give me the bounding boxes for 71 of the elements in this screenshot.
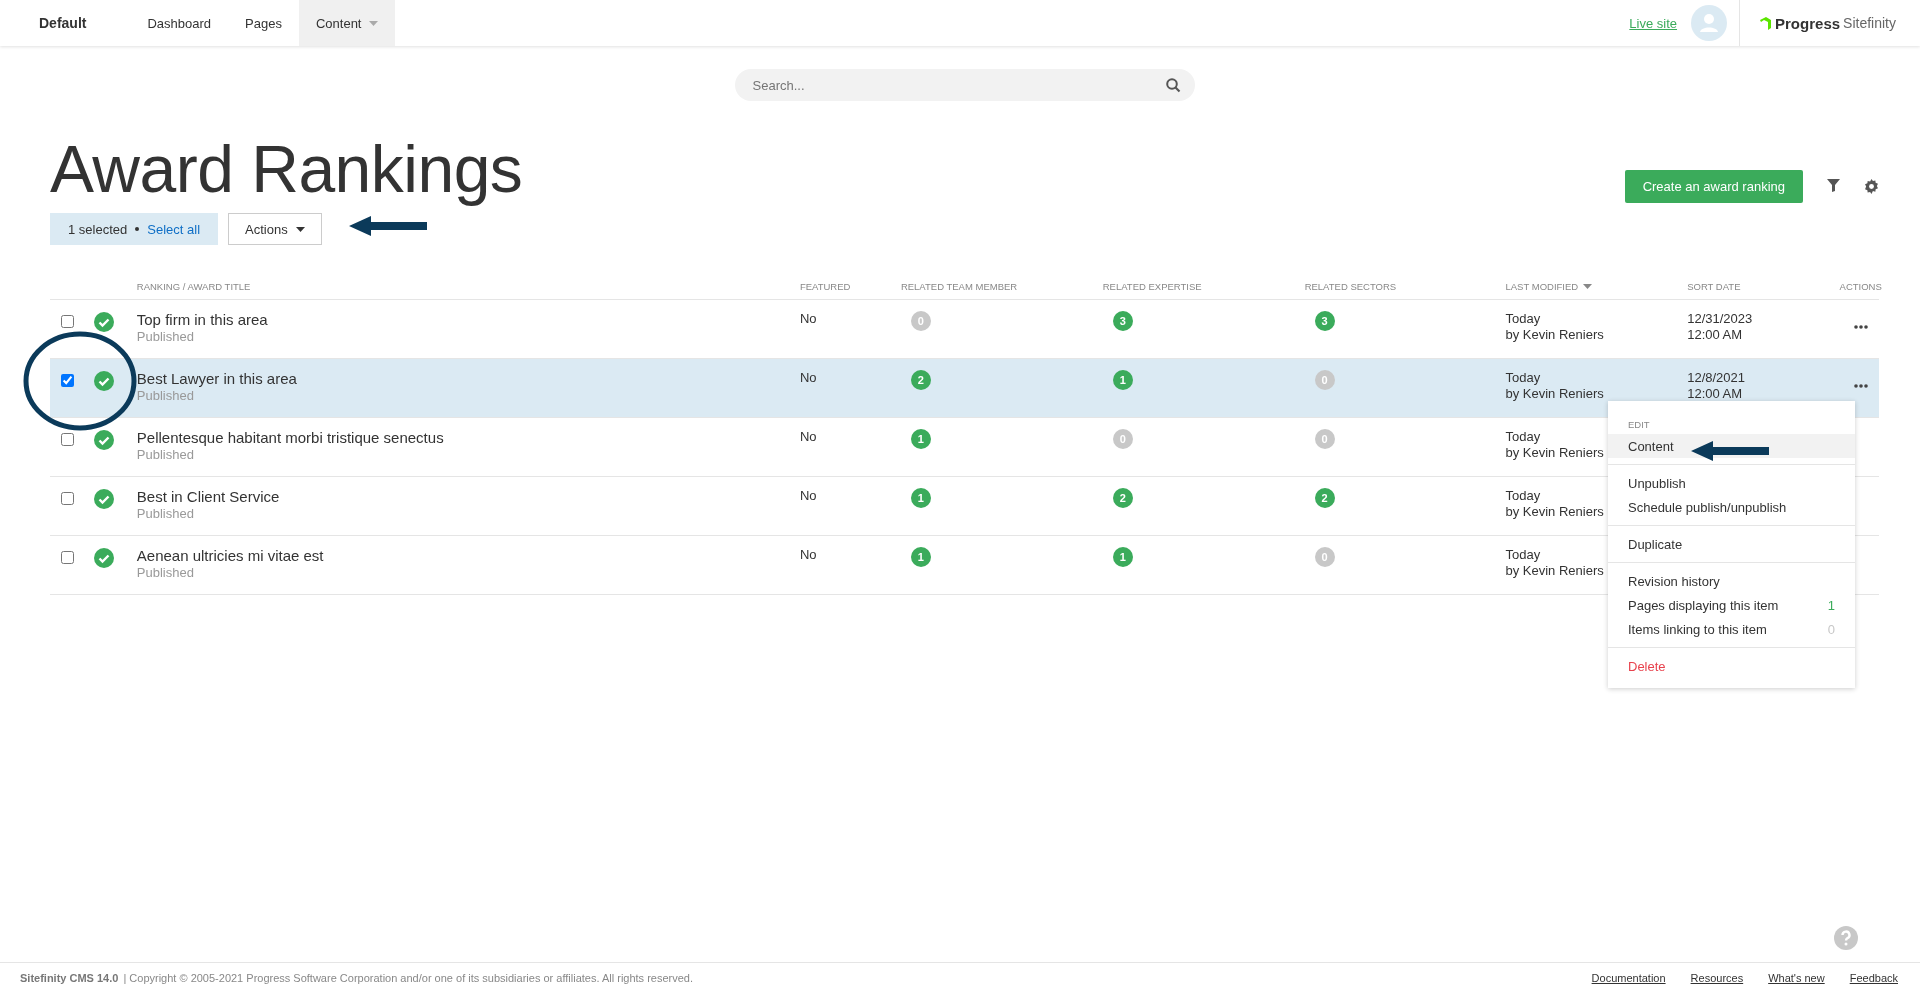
item-status: Published — [136, 506, 194, 521]
footer-link[interactable]: Feedback — [1849, 972, 1898, 984]
brand-name: Progress — [1775, 14, 1841, 32]
table-cell: No — [799, 311, 817, 326]
item-title[interactable]: Best in Client Service — [136, 488, 280, 505]
table-cell: No — [799, 488, 817, 503]
column-header: FEATURED — [799, 280, 851, 292]
column-header: ACTIONS — [1839, 280, 1882, 292]
column-header: RELATED SECTORS — [1304, 280, 1397, 292]
table-cell: Today — [1505, 488, 1541, 503]
menu-item[interactable]: Unpublish — [1608, 471, 1855, 495]
site-name: Default — [39, 15, 87, 31]
table-cell: by Kevin Reniers — [1505, 327, 1604, 342]
menu-item[interactable]: Revision history — [1608, 569, 1855, 593]
table-cell: Today — [1505, 547, 1541, 562]
count-badge: 3 — [1112, 311, 1133, 331]
column-header: RELATED TEAM MEMBER — [900, 280, 1018, 292]
copyright-text: | Copyright © 2005-2021 Progress Software Corporation and/or one of its subsidiaries or affiliates. All rights reserved. — [123, 972, 694, 984]
count-badge: 1 — [1112, 370, 1133, 390]
brand-product: Sitefinity — [1843, 15, 1896, 31]
table-cell: by Kevin Reniers — [1505, 504, 1604, 519]
nav-tab[interactable]: Content — [298, 0, 396, 46]
menu-item[interactable]: Pages displaying this item 1 — [1608, 593, 1855, 617]
select-all-link[interactable]: Select all — [147, 221, 200, 237]
selected-count: 1 selected — [68, 221, 128, 237]
actions-button[interactable]: Actions — [228, 213, 322, 245]
menu-item[interactable]: Duplicate — [1608, 532, 1855, 556]
table-cell: 12:00 AM — [1687, 327, 1743, 342]
count-badge: 2 — [1314, 488, 1335, 508]
column-header: SORT DATE — [1687, 280, 1741, 292]
item-status: Published — [136, 447, 194, 462]
column-header: RELATED EXPERTISE — [1102, 280, 1202, 292]
table-cell: Today — [1505, 311, 1541, 326]
footer-link[interactable]: Resources — [1690, 972, 1744, 984]
count-badge: 2 — [1112, 488, 1133, 508]
item-status: Published — [136, 565, 194, 580]
count-badge: 1 — [1112, 547, 1133, 567]
table-cell: 12:00 AM — [1687, 386, 1743, 401]
count-badge: 1 — [910, 429, 931, 449]
menu-item[interactable]: Delete — [1608, 654, 1855, 678]
item-title[interactable]: Best Lawyer in this area — [136, 370, 297, 387]
footer-link[interactable]: Documentation — [1591, 972, 1666, 984]
column-header: LAST MODIFIED — [1505, 280, 1579, 292]
count-badge: 1 — [910, 488, 931, 508]
item-status: Published — [136, 388, 194, 403]
table-cell: Today — [1505, 429, 1541, 444]
column-header: RANKING / AWARD TITLE — [136, 280, 251, 292]
count-badge: 1 — [910, 547, 931, 567]
table-cell: Today — [1505, 370, 1541, 385]
nav-tab[interactable]: Pages — [228, 0, 299, 46]
search-field[interactable]: Search... — [734, 69, 1195, 101]
menu-item[interactable]: Schedule publish/unpublish — [1608, 495, 1855, 519]
menu-heading: EDIT — [1627, 418, 1651, 432]
page-title: Award Rankings — [50, 131, 523, 208]
item-title[interactable]: Top firm in this area — [136, 311, 268, 328]
footer-link[interactable]: What's new — [1768, 972, 1825, 984]
table-cell: by Kevin Reniers — [1505, 386, 1604, 401]
item-title[interactable]: Pellentesque habitant morbi tristique senectus — [136, 429, 444, 446]
nav-tab[interactable]: Dashboard — [130, 0, 229, 46]
count-badge: 2 — [910, 370, 931, 390]
item-status: Published — [136, 329, 194, 344]
item-title[interactable]: Aenean ultricies mi vitae est — [136, 547, 324, 564]
table-cell: 12/31/2023 — [1687, 311, 1753, 326]
count-badge: 3 — [1314, 311, 1335, 331]
table-cell: by Kevin Reniers — [1505, 445, 1604, 460]
table-cell: by Kevin Reniers — [1505, 563, 1604, 578]
product-version: Sitefinity CMS 14.0 — [20, 972, 119, 984]
table-cell: 12/8/2021 — [1687, 370, 1745, 385]
table-cell: No — [799, 370, 817, 385]
table-cell: No — [799, 547, 817, 562]
table-cell: No — [799, 429, 817, 444]
